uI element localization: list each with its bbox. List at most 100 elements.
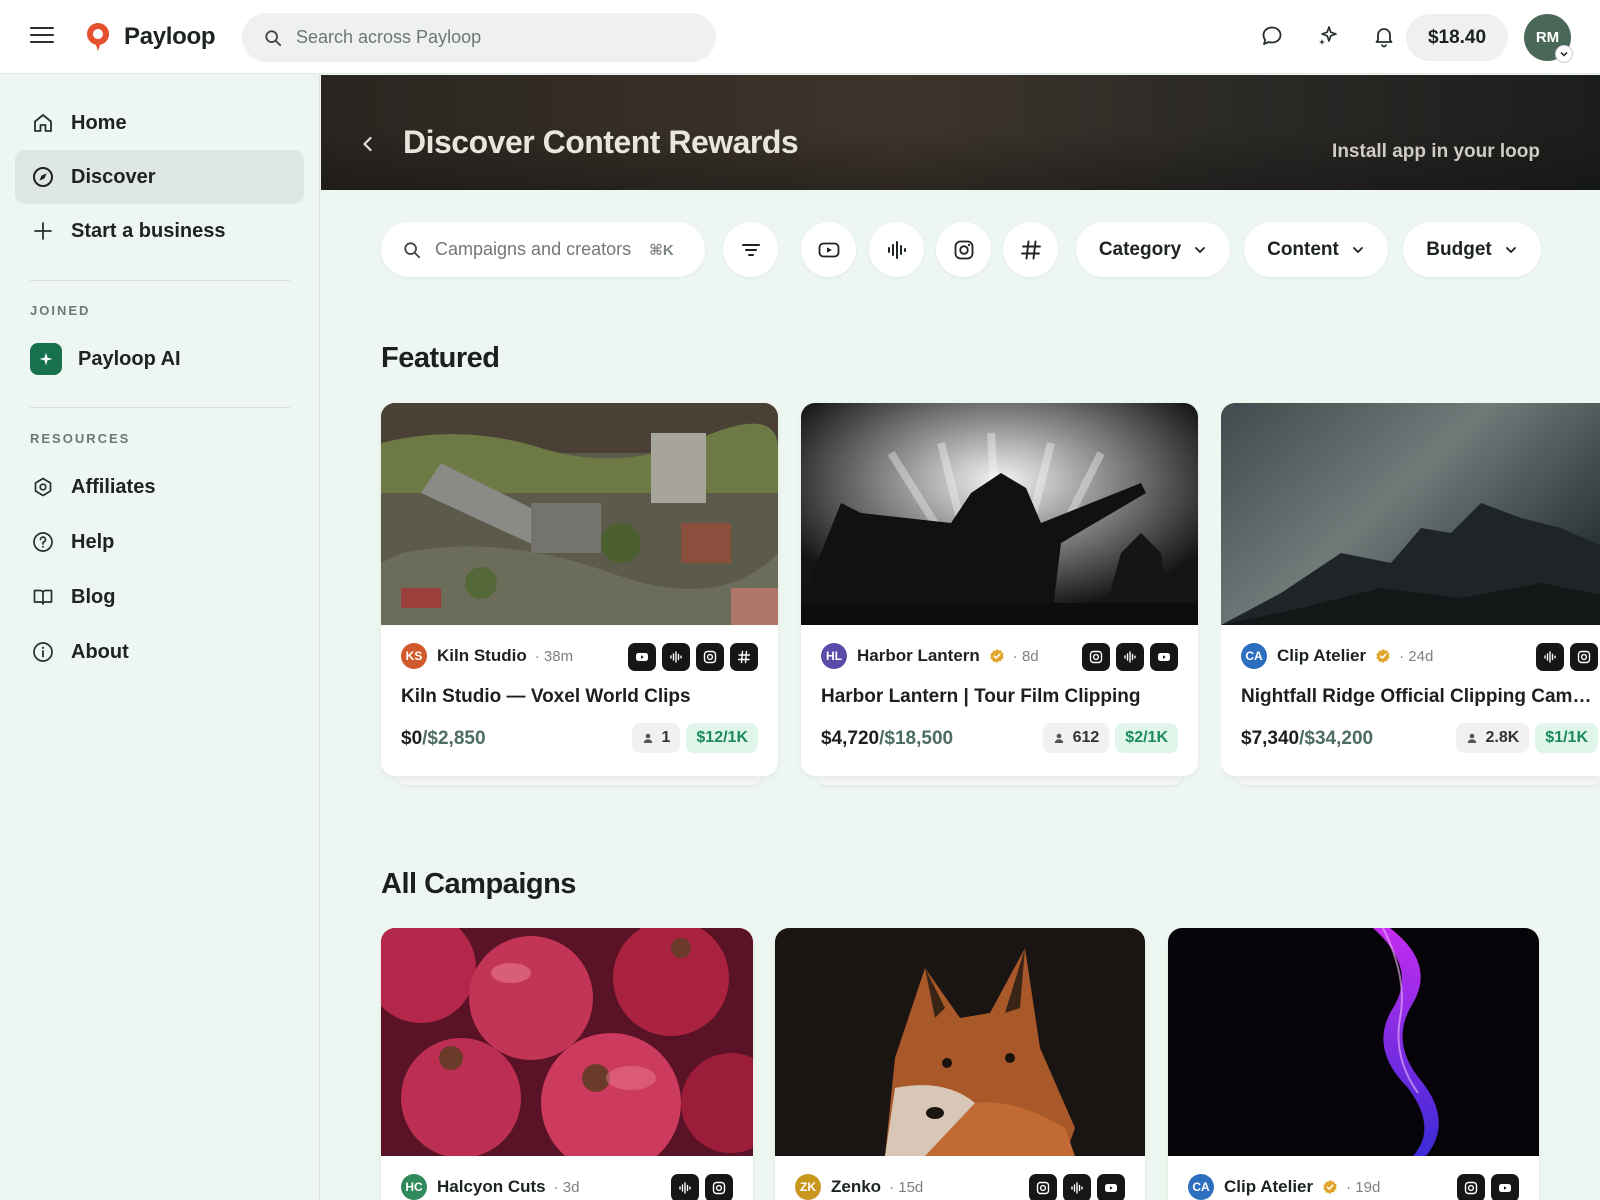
app-name: Payloop [124, 23, 216, 50]
participants-count: 1 [661, 729, 671, 746]
campaign-card[interactable]: HC Halcyon Cuts · 3d [381, 928, 753, 1200]
campaign-card[interactable]: ZK Zenko · 15d [775, 928, 1145, 1200]
campaign-card[interactable]: CA Clip Atelier · 19d [1168, 928, 1539, 1200]
affiliate-icon [34, 477, 52, 497]
card-creator-row: CA Clip Atelier · 24d [1241, 643, 1433, 669]
hashtag-icon [730, 643, 758, 671]
youtube-filter-button[interactable] [801, 222, 856, 277]
page-title: Discover Content Rewards [403, 124, 799, 160]
info-icon [33, 642, 53, 662]
creator-avatar: KS [401, 643, 427, 669]
campaign-search[interactable]: ⌘K [381, 222, 705, 277]
platform-icons [671, 1174, 733, 1200]
sidebar-item-payloop-ai[interactable]: Payloop AI [30, 343, 181, 375]
post-age: · 15d [889, 1178, 924, 1196]
creator-avatar: CA [1188, 1174, 1214, 1200]
instagram-filter-button[interactable] [936, 222, 991, 277]
content-dropdown[interactable]: Content [1244, 222, 1388, 277]
sidebar-item-about[interactable]: About [15, 625, 304, 679]
creator-name[interactable]: Clip Atelier [1277, 646, 1366, 666]
dropdown-label: Budget [1426, 238, 1492, 260]
creator-avatar: HC [401, 1174, 427, 1200]
audio-icon [1536, 643, 1564, 671]
sidebar-item-home[interactable]: Home [15, 96, 304, 150]
featured-campaign-card[interactable]: HL Harbor Lantern · 8d Harbor Lantern | … [801, 403, 1198, 785]
sidebar-item-label: Home [71, 111, 127, 134]
sparkle-icon[interactable] [1312, 20, 1344, 52]
budget-dropdown[interactable]: Budget [1403, 222, 1541, 277]
sidebar-item-affiliates[interactable]: Affiliates [15, 460, 304, 514]
campaign-title: Nightfall Ridge Official Clipping Campa.… [1241, 686, 1598, 707]
sidebar-item-label: About [71, 640, 129, 663]
campaign-stats: 612 $2/1K [1042, 723, 1178, 753]
featured-campaign-card[interactable]: CA Clip Atelier · 24d Nightfall Ridge Of… [1221, 403, 1600, 785]
verified-badge-icon [1376, 649, 1390, 663]
creator-name[interactable]: Zenko [831, 1177, 881, 1197]
plus-icon [34, 222, 52, 240]
creator-name[interactable]: Halcyon Cuts [437, 1177, 546, 1197]
paid-amount: $7,340 [1241, 728, 1300, 749]
participants-count: 2.8K [1485, 729, 1520, 746]
sidebar-item-help[interactable]: Help [15, 515, 304, 569]
card-stack-shadow [1237, 775, 1600, 785]
sidebar-divider [30, 280, 290, 281]
youtube-icon [1150, 643, 1178, 671]
post-age: · 24d [1399, 647, 1434, 665]
audio-icon [1116, 643, 1144, 671]
search-icon [404, 241, 421, 258]
hashtag-filter-button[interactable] [1003, 222, 1058, 277]
logo[interactable]: Payloop [82, 20, 216, 54]
book-icon [33, 589, 53, 605]
user-icon [1054, 733, 1063, 743]
post-age: · 38m [534, 647, 574, 665]
campaign-search-input[interactable] [435, 239, 649, 260]
instagram-icon [1082, 643, 1110, 671]
sidebar-item-label: Affiliates [71, 475, 156, 498]
category-dropdown[interactable]: Category [1076, 222, 1230, 277]
audio-icon [1063, 1174, 1091, 1200]
sidebar-item-blog[interactable]: Blog [15, 570, 304, 624]
creator-name[interactable]: Clip Atelier [1224, 1177, 1313, 1197]
bell-icon[interactable] [1368, 20, 1400, 52]
youtube-icon [818, 242, 839, 257]
global-search[interactable] [242, 13, 716, 62]
page-header-banner: Discover Content Rewards Install app in … [321, 75, 1600, 190]
creator-name[interactable]: Harbor Lantern [857, 646, 980, 666]
total-budget: /$2,850 [422, 728, 486, 749]
wallet-balance-button[interactable]: $18.40 [1406, 14, 1508, 61]
audio-icon [887, 240, 906, 259]
participants-badge: 612 [1042, 723, 1110, 753]
audio-filter-button[interactable] [869, 222, 924, 277]
back-arrow-icon[interactable] [357, 133, 379, 155]
creator-name[interactable]: Kiln Studio [437, 646, 527, 666]
sidebar-item-start-business[interactable]: Start a business [15, 204, 304, 258]
sidebar-item-label: Blog [71, 585, 116, 608]
youtube-icon [1491, 1174, 1519, 1200]
global-search-input[interactable] [296, 27, 676, 48]
filter-button[interactable] [723, 222, 778, 277]
chat-icon[interactable] [1256, 20, 1288, 52]
payloop-logo-icon [87, 23, 110, 51]
card-creator-row: CA Clip Atelier · 19d [1188, 1174, 1380, 1200]
featured-campaign-card[interactable]: KS Kiln Studio · 38m Kiln Studio — Voxel… [381, 403, 778, 785]
youtube-icon [628, 643, 656, 671]
post-age: · 19d [1346, 1178, 1381, 1196]
audio-icon [671, 1174, 699, 1200]
total-budget: /$34,200 [1299, 728, 1374, 749]
audio-icon [662, 643, 690, 671]
participants-badge: 2.8K [1455, 723, 1530, 753]
platform-icons [1457, 1174, 1519, 1200]
instagram-icon [705, 1174, 733, 1200]
featured-card-clip: CA Clip Atelier · 24d Nightfall Ridge Of… [1221, 403, 1600, 793]
platform-icons [1536, 643, 1598, 671]
menu-icon[interactable] [30, 27, 54, 47]
sidebar-item-discover[interactable]: Discover [15, 150, 304, 204]
campaign-title: Kiln Studio — Voxel World Clips [401, 686, 691, 707]
resources-section-label: RESOURCES [30, 431, 131, 446]
payout-rate-badge: $1/1K [1535, 723, 1598, 753]
user-icon [643, 733, 652, 743]
campaign-budget: $7,340/$34,200 [1241, 728, 1373, 750]
filter-icon [741, 243, 760, 256]
install-app-link[interactable]: Install app in your loop [1332, 141, 1540, 163]
user-avatar[interactable]: RM [1524, 14, 1573, 63]
